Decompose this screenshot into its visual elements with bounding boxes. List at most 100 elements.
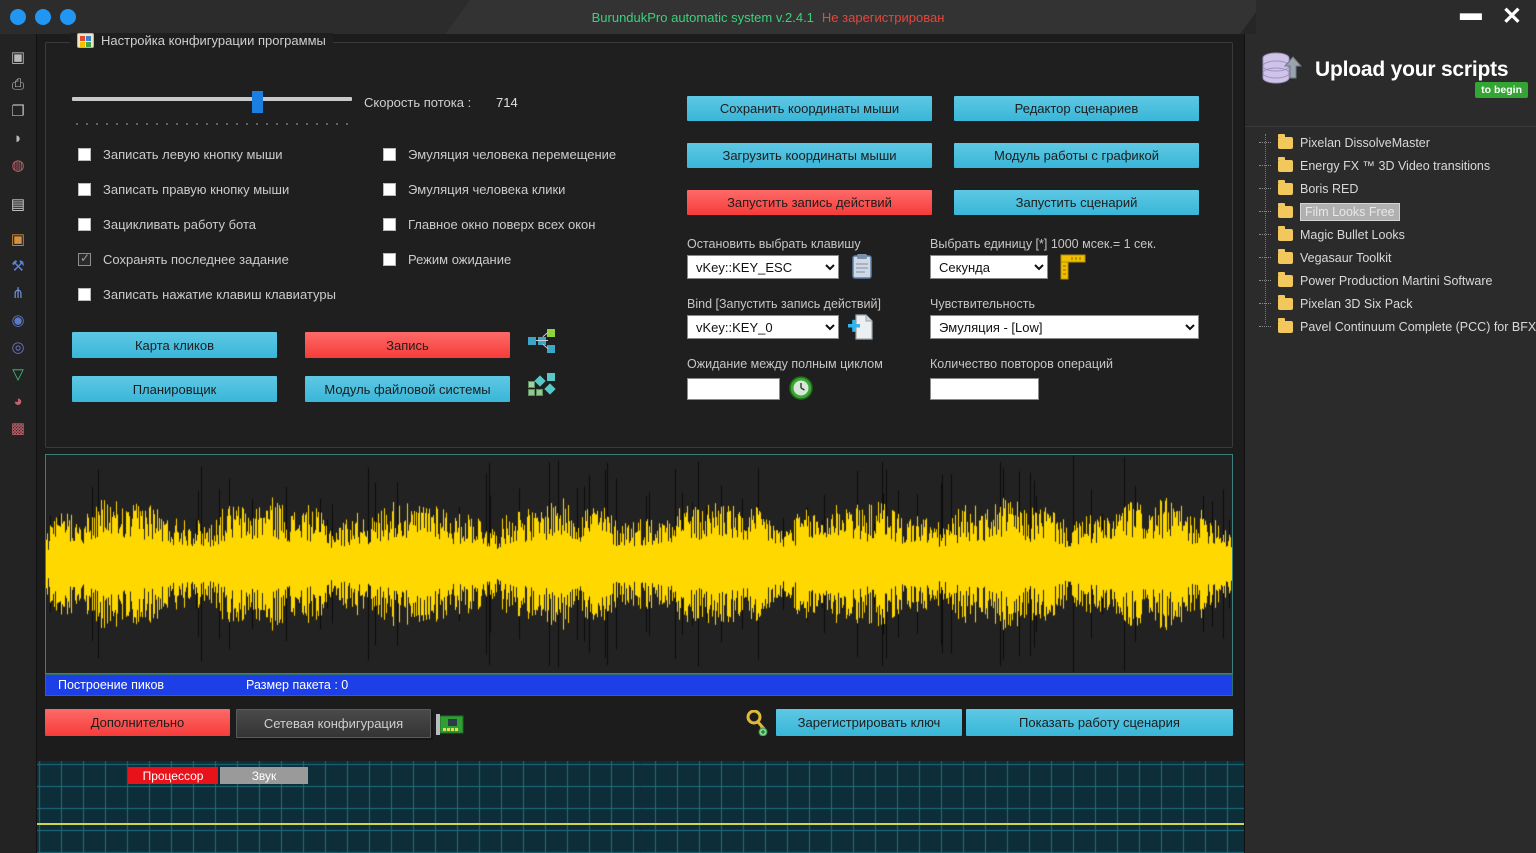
window-dots xyxy=(10,9,76,25)
tab-sound[interactable]: Звук xyxy=(220,767,308,784)
checkbox-left-4[interactable]: Записать нажатие клавиш клавиатуры xyxy=(78,287,336,302)
window-dot-3[interactable] xyxy=(60,9,76,25)
script-tree-label: Vegasaur Toolkit xyxy=(1300,250,1392,265)
orbit-icon[interactable]: ◉ xyxy=(0,307,37,334)
stopwatch-icon[interactable] xyxy=(789,376,813,400)
speed-value: 714 xyxy=(496,95,518,110)
repeats-input[interactable] xyxy=(930,378,1039,400)
checkbox-box[interactable] xyxy=(78,148,91,161)
script-tree-label: Boris RED xyxy=(1300,181,1359,196)
tree-connector xyxy=(1259,211,1271,212)
click-map-button[interactable]: Карта кликов xyxy=(72,332,277,358)
key-icon[interactable] xyxy=(746,709,770,737)
printer-icon[interactable]: ⎙ xyxy=(0,71,37,98)
waveform-canvas xyxy=(46,455,1232,673)
wait-cycle-input[interactable] xyxy=(687,378,780,400)
left-toolbar: ▣ ⎙ ❐ ◗ ◍ ▤ ▣ ⚒ ⋔ ◉ ◎ ▽ ◕ ▩ xyxy=(0,34,37,853)
speed-slider-thumb[interactable] xyxy=(252,91,263,113)
checkbox-box[interactable] xyxy=(383,148,396,161)
images-icon[interactable]: ❐ xyxy=(0,98,37,125)
wrench-icon[interactable]: ⚒ xyxy=(0,253,37,280)
script-tree-item[interactable]: Magic Bullet Looks xyxy=(1245,223,1536,246)
bind-label: Bind [Запустить запись действий] xyxy=(687,297,881,311)
nodes-icon[interactable]: ⋔ xyxy=(0,280,37,307)
window-dot-2[interactable] xyxy=(35,9,51,25)
file-system-module-button[interactable]: Модуль файловой системы xyxy=(305,376,510,402)
add-file-icon[interactable] xyxy=(848,314,876,340)
run-scenario-button[interactable]: Запустить сценарий xyxy=(954,190,1199,215)
bind-key-select[interactable]: vKey::KEY_0 xyxy=(687,315,839,339)
droplet-clock-icon[interactable]: ◗ xyxy=(0,125,37,152)
script-tree-item[interactable]: Pixelan DissolveMaster xyxy=(1245,131,1536,154)
additional-button[interactable]: Дополнительно xyxy=(45,709,230,736)
checkbox-box[interactable] xyxy=(383,183,396,196)
camera-icon[interactable]: ▣ xyxy=(0,44,37,71)
script-tree-label: Energy FX ™ 3D Video transitions xyxy=(1300,158,1491,173)
triangle-mesh-icon[interactable]: ▽ xyxy=(0,361,37,388)
minimize-icon[interactable]: ▬ xyxy=(1460,2,1482,24)
speed-slider-track xyxy=(72,97,352,101)
checkbox-box[interactable] xyxy=(78,288,91,301)
checker-icon[interactable]: ▩ xyxy=(0,415,37,442)
checkbox-left-0[interactable]: Записать левую кнопку мыши xyxy=(78,147,283,162)
scheduler-button[interactable]: Планировщик xyxy=(72,376,277,402)
clipboard-icon[interactable] xyxy=(851,254,873,279)
stop-key-select[interactable]: vKey::KEY_ESC xyxy=(687,255,839,279)
save-mouse-coords-button[interactable]: Сохранить координаты мыши xyxy=(687,96,932,121)
tree-connector xyxy=(1259,303,1271,304)
checkbox-left-3[interactable]: Сохранять последнее задание xyxy=(78,251,289,267)
unit-select[interactable]: Секунда xyxy=(930,255,1048,279)
spiral-icon[interactable]: ◎ xyxy=(0,334,37,361)
checkbox-right-3[interactable]: Режим ожидание xyxy=(383,252,511,267)
checkbox-box[interactable] xyxy=(78,218,91,231)
globe-icon[interactable]: ◍ xyxy=(0,152,37,179)
window-dot-1[interactable] xyxy=(10,9,26,25)
checkbox-box[interactable] xyxy=(383,218,396,231)
waveform-panel[interactable] xyxy=(45,454,1233,674)
checkbox-left-1[interactable]: Записать правую кнопку мыши xyxy=(78,182,289,197)
script-tree-item[interactable]: Power Production Martini Software xyxy=(1245,269,1536,292)
folder-icon xyxy=(1278,179,1293,195)
pie-icon[interactable]: ◕ xyxy=(0,388,37,415)
script-tree-item[interactable]: Pixelan 3D Six Pack xyxy=(1245,292,1536,315)
peaks-status-label: Построение пиков xyxy=(58,678,165,692)
load-mouse-coords-button[interactable]: Загрузить координаты мыши xyxy=(687,143,932,168)
graphics-module-button[interactable]: Модуль работы с графикой xyxy=(954,143,1199,168)
chart-series-line xyxy=(37,823,1244,825)
register-key-button[interactable]: Зарегистрировать ключ xyxy=(776,709,962,736)
start-action-recording-button[interactable]: Запустить запись действий xyxy=(687,190,932,215)
script-tree-item[interactable]: Energy FX ™ 3D Video transitions xyxy=(1245,154,1536,177)
speed-slider[interactable] xyxy=(72,91,352,113)
checkbox-box[interactable] xyxy=(78,183,91,196)
script-tree-item[interactable]: Vegasaur Toolkit xyxy=(1245,246,1536,269)
network-card-icon[interactable] xyxy=(436,714,464,736)
checkbox-box[interactable] xyxy=(78,251,91,266)
checkbox-right-0[interactable]: Эмуляция человека перемещение xyxy=(383,147,616,162)
checkbox-left-2[interactable]: Зацикливать работу бота xyxy=(78,217,256,232)
script-tree-label: Pixelan DissolveMaster xyxy=(1300,135,1430,150)
title-bar: BurundukPro automatic system v.2.4.1 Не … xyxy=(0,0,1536,34)
checkbox-right-1[interactable]: Эмуляция человека клики xyxy=(383,182,565,197)
record-button[interactable]: Запись xyxy=(305,332,510,358)
folder-icon xyxy=(1278,271,1293,287)
ruler-icon[interactable] xyxy=(1060,254,1086,280)
script-tree-item[interactable]: Pavel Continuum Complete (PCC) for BFX xyxy=(1245,315,1536,338)
checkbox-right-2[interactable]: Главное окно поверх всех окон xyxy=(383,217,595,232)
tree-connector xyxy=(1259,165,1271,166)
folder-icon xyxy=(1278,202,1293,218)
archive-icon[interactable]: ▤ xyxy=(0,191,37,218)
close-icon[interactable]: ✕ xyxy=(1502,5,1522,29)
tab-processor[interactable]: Процессор xyxy=(128,767,218,784)
title-bar-mid-panel xyxy=(445,0,1265,34)
checkbox-label: Зацикливать работу бота xyxy=(103,217,257,232)
show-scenario-button[interactable]: Показать работу сценария xyxy=(966,709,1233,736)
checkbox-box[interactable] xyxy=(383,253,396,266)
folder-icon xyxy=(1278,225,1293,241)
sensitivity-select[interactable]: Эмуляция - [Low] xyxy=(930,315,1199,339)
script-tree-item[interactable]: Boris RED xyxy=(1245,177,1536,200)
script-tree-item[interactable]: Film Looks Free xyxy=(1245,200,1536,223)
network-config-button[interactable]: Сетевая конфигурация xyxy=(236,709,431,738)
frame-icon[interactable]: ▣ xyxy=(0,226,37,253)
scenario-editor-button[interactable]: Редактор сценариев xyxy=(954,96,1199,121)
performance-chart-panel[interactable]: Процессор Звук xyxy=(37,760,1244,853)
